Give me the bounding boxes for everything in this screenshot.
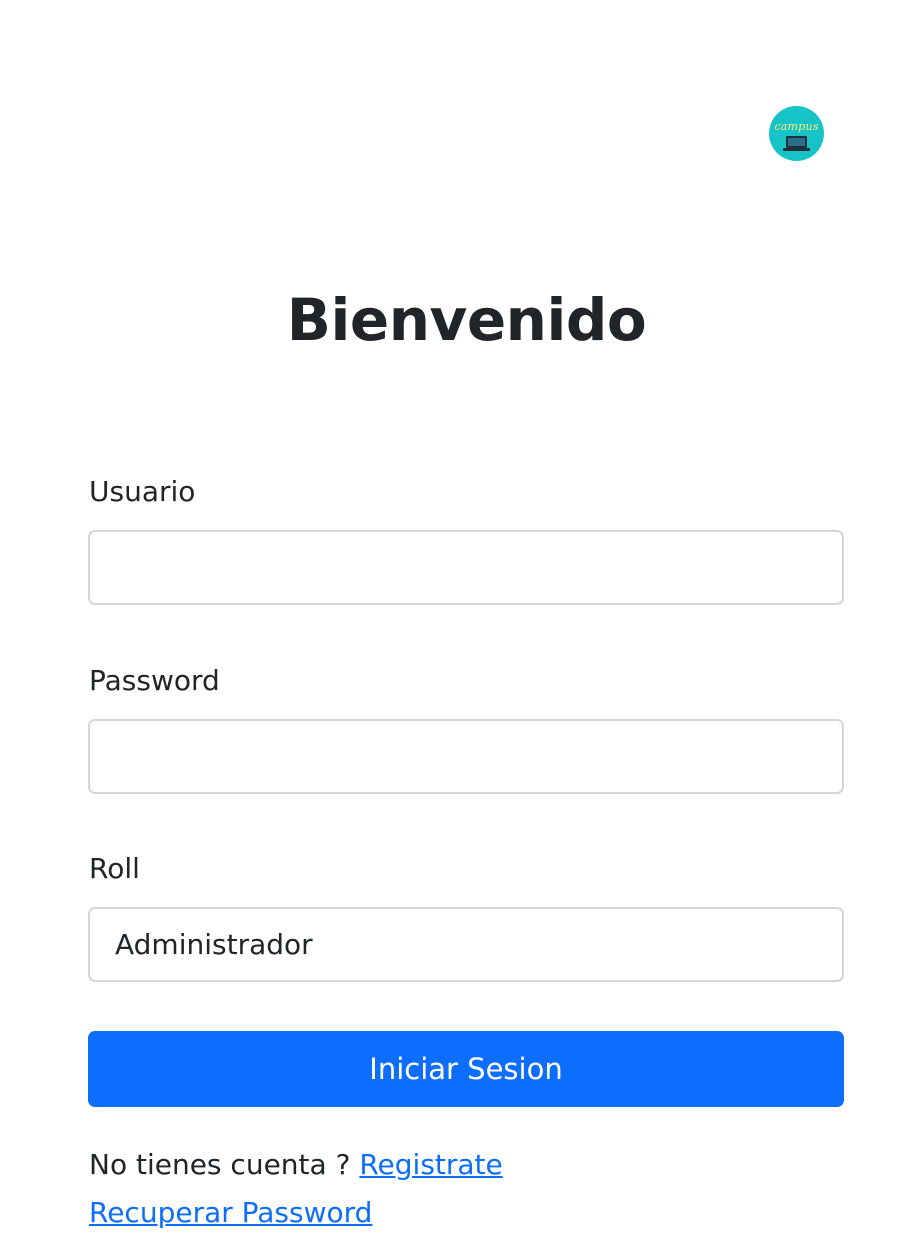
register-link[interactable]: Registrate <box>359 1148 502 1181</box>
logo-text: campus <box>774 120 819 133</box>
password-label: Password <box>89 664 220 697</box>
laptop-icon <box>786 136 807 148</box>
login-page: campus Bienvenido Usuario Password Roll … <box>0 0 918 1248</box>
usuario-label: Usuario <box>89 475 196 508</box>
no-account-text: No tienes cuenta ? <box>89 1148 360 1181</box>
usuario-field-box <box>88 530 844 605</box>
register-line: No tienes cuenta ? Registrate <box>89 1147 503 1183</box>
laptop-base <box>783 148 810 151</box>
password-field-box <box>88 719 844 794</box>
usuario-input[interactable] <box>90 532 842 603</box>
recover-line: Recuperar Password <box>89 1195 372 1231</box>
roll-label: Roll <box>89 852 140 885</box>
page-title: Bienvenido <box>286 286 647 354</box>
roll-selected-value: Administrador <box>115 928 313 961</box>
roll-select[interactable]: Administrador <box>88 907 844 982</box>
recover-password-link[interactable]: Recuperar Password <box>89 1196 372 1229</box>
campus-logo: campus <box>769 106 824 161</box>
password-input[interactable] <box>90 721 842 792</box>
login-button[interactable]: Iniciar Sesion <box>88 1031 844 1107</box>
